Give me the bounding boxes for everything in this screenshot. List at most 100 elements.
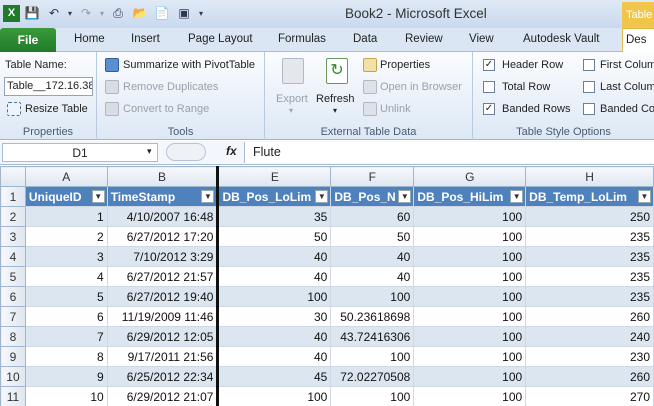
redo-icon[interactable]: ↷ bbox=[76, 3, 96, 23]
table-cell[interactable]: 6 bbox=[24, 306, 108, 327]
table-cell[interactable]: 35 bbox=[216, 206, 332, 227]
table-cell[interactable]: 40 bbox=[216, 246, 332, 267]
filter-dropdown-icon[interactable]: ▼ bbox=[201, 190, 215, 203]
formula-input[interactable]: Flute bbox=[244, 142, 654, 163]
filter-dropdown-icon[interactable]: ▼ bbox=[398, 190, 412, 203]
unlink-button[interactable]: Unlink bbox=[380, 103, 411, 115]
tab-page-layout[interactable]: Page Layout bbox=[188, 33, 253, 45]
table-cell[interactable]: 30 bbox=[216, 306, 332, 327]
name-box-dropdown-icon[interactable]: ▾ bbox=[147, 146, 152, 157]
tab-file[interactable]: File bbox=[0, 28, 56, 53]
first-column-checkbox[interactable] bbox=[583, 59, 595, 71]
table-header-cell[interactable]: DB_Pos_N ▼ bbox=[330, 186, 415, 207]
table-cell[interactable]: 235 bbox=[525, 226, 654, 247]
table-cell[interactable]: 9/17/2011 21:56 bbox=[106, 346, 219, 367]
table-cell[interactable]: 60 bbox=[330, 206, 415, 227]
table-header-cell[interactable]: DB_Temp_LoLim ▼ bbox=[525, 186, 654, 207]
undo-dropdown-icon[interactable]: ▾ bbox=[66, 3, 74, 23]
table-cell[interactable]: 235 bbox=[525, 286, 654, 307]
filter-dropdown-icon[interactable]: ▼ bbox=[510, 190, 524, 203]
table-cell[interactable]: 235 bbox=[525, 246, 654, 267]
excel-app-icon[interactable]: X bbox=[3, 4, 20, 22]
table-cell[interactable]: 43.72416306 bbox=[330, 326, 415, 347]
tab-review[interactable]: Review bbox=[405, 33, 443, 45]
table-header-cell[interactable]: DB_Pos_HiLim ▼ bbox=[413, 186, 527, 207]
table-cell[interactable]: 100 bbox=[330, 386, 415, 406]
table-cell[interactable]: 40 bbox=[216, 326, 332, 347]
resize-table-button[interactable]: Resize Table bbox=[25, 103, 88, 115]
save-icon[interactable]: 💾 bbox=[22, 3, 42, 23]
table-cell[interactable]: 240 bbox=[525, 326, 654, 347]
summarize-pivottable-button[interactable]: Summarize with PivotTable bbox=[123, 59, 255, 71]
table-cell[interactable]: 100 bbox=[413, 266, 527, 287]
refresh-button[interactable]: Refresh bbox=[316, 93, 355, 105]
document-settings-icon[interactable]: ▣ bbox=[174, 3, 194, 23]
name-box[interactable]: D1 bbox=[2, 143, 158, 162]
table-cell[interactable]: 100 bbox=[413, 346, 527, 367]
table-cell[interactable]: 9 bbox=[24, 366, 108, 387]
print-icon[interactable]: ⎙ bbox=[108, 3, 128, 23]
tab-view[interactable]: View bbox=[469, 33, 494, 45]
table-cell[interactable]: 100 bbox=[413, 326, 527, 347]
tab-formulas[interactable]: Formulas bbox=[278, 33, 326, 45]
table-cell[interactable]: 8 bbox=[24, 346, 108, 367]
row-header[interactable]: 6 bbox=[0, 286, 26, 307]
open-in-browser-button[interactable]: Open in Browser bbox=[380, 81, 462, 93]
table-cell[interactable]: 40 bbox=[330, 246, 415, 267]
new-document-icon[interactable]: 📄 bbox=[152, 3, 172, 23]
undo-icon[interactable]: ↶ bbox=[44, 3, 64, 23]
banded-columns-checkbox[interactable] bbox=[583, 103, 595, 115]
external-properties-button[interactable]: Properties bbox=[380, 59, 430, 71]
tab-autodesk-vault[interactable]: Autodesk Vault bbox=[523, 33, 600, 45]
export-dropdown-icon[interactable]: ▾ bbox=[289, 106, 293, 115]
open-folder-icon[interactable]: 📂 bbox=[130, 3, 150, 23]
refresh-dropdown-icon[interactable]: ▾ bbox=[333, 106, 337, 115]
table-cell[interactable]: 40 bbox=[216, 346, 332, 367]
table-cell[interactable]: 100 bbox=[413, 226, 527, 247]
table-cell[interactable]: 50 bbox=[330, 226, 415, 247]
table-cell[interactable]: 270 bbox=[525, 386, 654, 406]
row-header[interactable]: 1 bbox=[0, 186, 26, 207]
column-header-h[interactable]: H bbox=[525, 166, 654, 187]
filter-dropdown-icon[interactable]: ▼ bbox=[315, 190, 329, 203]
table-cell[interactable]: 100 bbox=[413, 246, 527, 267]
table-name-input[interactable]: Table__172.16.38 bbox=[4, 77, 93, 96]
table-cell[interactable]: 45 bbox=[216, 366, 332, 387]
remove-duplicates-button[interactable]: Remove Duplicates bbox=[123, 81, 218, 93]
table-cell[interactable]: 50.23618698 bbox=[330, 306, 415, 327]
filter-dropdown-icon[interactable]: ▼ bbox=[91, 190, 105, 203]
table-cell[interactable]: 6/25/2012 22:34 bbox=[106, 366, 219, 387]
insert-function-icon[interactable]: fx bbox=[226, 144, 237, 158]
redo-dropdown-icon[interactable]: ▾ bbox=[98, 3, 106, 23]
table-cell[interactable]: 72.02270508 bbox=[330, 366, 415, 387]
column-header-f[interactable]: F bbox=[330, 166, 415, 187]
column-header-g[interactable]: G bbox=[413, 166, 527, 187]
table-cell[interactable]: 2 bbox=[24, 226, 108, 247]
convert-to-range-button[interactable]: Convert to Range bbox=[123, 103, 209, 115]
table-cell[interactable]: 260 bbox=[525, 306, 654, 327]
table-cell[interactable]: 6/27/2012 17:20 bbox=[106, 226, 219, 247]
table-cell[interactable]: 4 bbox=[24, 266, 108, 287]
row-header[interactable]: 8 bbox=[0, 326, 26, 347]
table-cell[interactable]: 250 bbox=[525, 206, 654, 227]
table-cell[interactable]: 100 bbox=[330, 346, 415, 367]
table-cell[interactable]: 100 bbox=[413, 366, 527, 387]
table-cell[interactable]: 5 bbox=[24, 286, 108, 307]
table-cell[interactable]: 7 bbox=[24, 326, 108, 347]
table-header-cell[interactable]: DB_Pos_LoLim ▼ bbox=[216, 186, 332, 207]
column-header-a[interactable]: A bbox=[24, 166, 108, 187]
table-cell[interactable]: 7/10/2012 3:29 bbox=[106, 246, 219, 267]
export-button[interactable]: Export bbox=[276, 93, 308, 105]
table-cell[interactable]: 100 bbox=[330, 286, 415, 307]
table-cell[interactable]: 11/19/2009 11:46 bbox=[106, 306, 219, 327]
table-cell[interactable]: 235 bbox=[525, 266, 654, 287]
table-cell[interactable]: 100 bbox=[216, 386, 332, 406]
last-column-checkbox[interactable] bbox=[583, 81, 595, 93]
table-cell[interactable]: 1 bbox=[24, 206, 108, 227]
banded-rows-checkbox[interactable]: ✓ bbox=[483, 103, 495, 115]
filter-dropdown-icon[interactable]: ▼ bbox=[638, 190, 651, 203]
tab-home[interactable]: Home bbox=[74, 33, 105, 45]
table-cell[interactable]: 6/27/2012 21:57 bbox=[106, 266, 219, 287]
table-cell[interactable]: 50 bbox=[216, 226, 332, 247]
customize-toolbar-icon[interactable]: ▾ bbox=[196, 3, 206, 23]
